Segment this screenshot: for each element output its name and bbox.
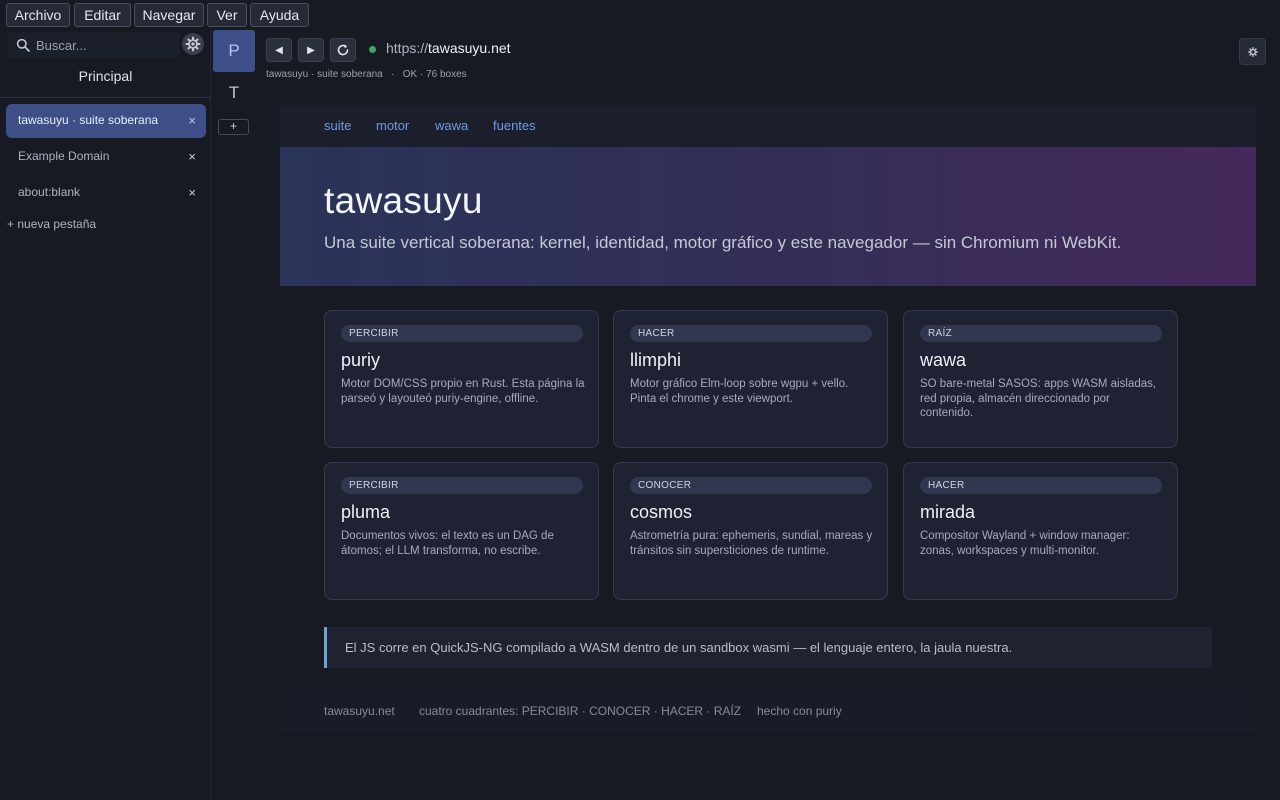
settings-icon (1247, 46, 1258, 57)
page-subtitle: Una suite vertical soberana: kernel, ide… (324, 233, 1122, 252)
menu-archivo[interactable]: Archivo (6, 3, 70, 27)
card-description: SO bare-metal SASOS: apps WASM aisladas,… (920, 378, 1157, 419)
card-mirada[interactable]: HACER mirada Compositor Wayland + window… (903, 462, 1178, 600)
tab-label: about:blank (18, 185, 81, 199)
card-title: mirada (920, 502, 976, 522)
blockquote: El JS corre en QuickJS-NG compilado a WA… (324, 627, 1212, 668)
nav-link-fuentes[interactable]: fuentes (493, 118, 536, 133)
card-description: Motor DOM/CSS propio en Rust. Esta págin… (341, 378, 585, 405)
menu-navegar[interactable]: Navegar (134, 3, 204, 27)
menu-editar[interactable]: Editar (74, 3, 131, 27)
page-status: tawasuyu · suite soberana · OK · 76 boxe… (266, 69, 467, 80)
card-description: Astrometría pura: ephemeris, sundial, ma… (630, 530, 873, 557)
reload-button[interactable] (330, 38, 356, 62)
divider (0, 97, 211, 98)
search-box (8, 32, 180, 58)
address-bar[interactable]: https://tawasuyu.net (386, 40, 511, 56)
settings-button[interactable] (1239, 38, 1266, 65)
search-input[interactable] (36, 34, 176, 56)
close-icon[interactable]: × (188, 185, 196, 200)
card-title: pluma (341, 502, 391, 522)
hero: tawasuyu Una suite vertical soberana: ke… (280, 147, 1256, 286)
card-title: llimphi (630, 350, 682, 370)
nav-link-wawa[interactable]: wawa (435, 118, 468, 133)
footer-quadrants: cuatro cuadrantes: PERCIBIR · CONOCER · … (419, 704, 742, 718)
card-description: Motor gráfico Elm-loop sobre wgpu + vell… (630, 378, 849, 405)
nav-link-motor[interactable]: motor (376, 118, 409, 133)
reload-icon (337, 44, 349, 56)
card-badge: RAÍZ (920, 325, 1162, 342)
secure-status-dot (369, 46, 376, 53)
site-nav: suite motor wawa fuentes (280, 105, 1256, 147)
workspace-p[interactable]: P (213, 30, 255, 72)
gear-icon (185, 36, 201, 52)
sidebar-settings-button[interactable] (182, 33, 204, 55)
close-icon[interactable]: × (188, 149, 196, 164)
toolbar: ◀ ▶ https://tawasuyu.net tawasuyu · suit… (256, 30, 1280, 90)
page-viewport: suite motor wawa fuentes tawasuyu Una su… (256, 90, 1280, 800)
card-puriy[interactable]: PERCIBIR puriy Motor DOM/CSS propio en R… (324, 310, 599, 448)
page-title: tawasuyu (324, 180, 483, 221)
card-badge: HACER (630, 325, 872, 342)
card-badge: PERCIBIR (341, 325, 583, 342)
sidebar: Principal tawasuyu · suite soberana × Ex… (0, 30, 211, 800)
search-icon (16, 38, 30, 52)
card-badge: CONOCER (630, 477, 872, 494)
add-workspace-button[interactable]: + (218, 119, 249, 135)
tab-label: Example Domain (18, 149, 110, 163)
card-title: cosmos (630, 502, 693, 522)
menu-ver[interactable]: Ver (207, 3, 247, 27)
card-cosmos[interactable]: CONOCER cosmos Astrometría pura: ephemer… (613, 462, 888, 600)
nav-link-suite[interactable]: suite (324, 118, 351, 133)
tab-group-title[interactable]: Principal (0, 68, 211, 84)
tab-label: tawasuyu · suite soberana (18, 113, 159, 127)
tab-item-tawasuyu[interactable]: tawasuyu · suite soberana × (6, 104, 206, 138)
card-llimphi[interactable]: HACER llimphi Motor gráfico Elm-loop sob… (613, 310, 888, 448)
menu-ayuda[interactable]: Ayuda (250, 3, 309, 27)
url-host: tawasuyu.net (428, 40, 511, 56)
workspace-rail: P T + (211, 30, 256, 800)
tab-item-example-domain[interactable]: Example Domain × (6, 140, 206, 174)
url-scheme: https:// (386, 40, 429, 56)
forward-button[interactable]: ▶ (298, 38, 324, 62)
card-title: puriy (341, 350, 381, 370)
back-button[interactable]: ◀ (266, 38, 292, 62)
footer-domain: tawasuyu.net (324, 704, 395, 718)
card-wawa[interactable]: RAÍZ wawa SO bare-metal SASOS: apps WASM… (903, 310, 1178, 448)
card-badge: PERCIBIR (341, 477, 583, 494)
close-icon[interactable]: × (188, 113, 196, 128)
menubar: Archivo Editar Navegar Ver Ayuda (0, 0, 1280, 30)
site-footer: tawasuyu.net cuatro cuadrantes: PERCIBIR… (280, 690, 1256, 732)
card-badge: HACER (920, 477, 1162, 494)
card-description: Documentos vivos: el texto es un DAG de … (341, 530, 554, 557)
workspace-t[interactable]: T (213, 72, 255, 114)
card-pluma[interactable]: PERCIBIR pluma Documentos vivos: el text… (324, 462, 599, 600)
footer-credit: hecho con puriy (757, 704, 842, 718)
tab-item-about-blank[interactable]: about:blank × (6, 176, 206, 210)
card-title: wawa (920, 350, 967, 370)
new-tab-button[interactable]: + nueva pestaña (7, 217, 96, 231)
card-description: Compositor Wayland + window manager: zon… (920, 530, 1130, 557)
quote-text: El JS corre en QuickJS-NG compilado a WA… (345, 640, 1013, 655)
